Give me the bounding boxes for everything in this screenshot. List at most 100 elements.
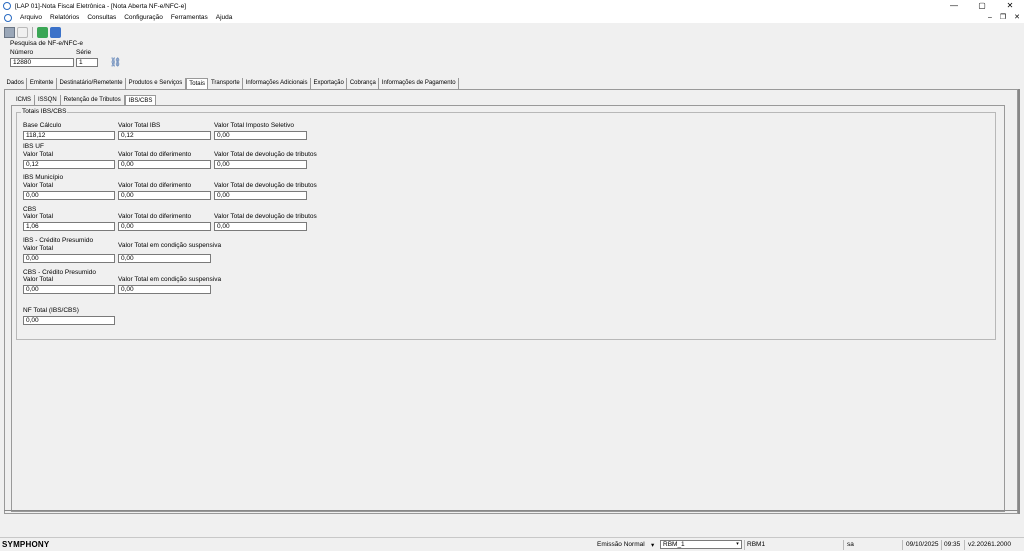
app-logo-icon <box>3 2 11 10</box>
ibs-uf-diferimento-input[interactable]: 0,00 <box>118 160 211 169</box>
ibs-mun-devolucao-label: Valor Total de devolução de tributos <box>214 182 317 189</box>
valor-total-seletivo-label: Valor Total Imposto Seletivo <box>214 122 294 129</box>
toolbar <box>0 25 1024 39</box>
cbs-devolucao-input[interactable]: 0,00 <box>214 222 307 231</box>
emissao-dropdown-icon[interactable]: ▾ <box>651 541 654 549</box>
menu-bar: Arquivo Relatórios Consultas Configuraçã… <box>0 12 1024 23</box>
maximize-button[interactable]: ▢ <box>968 0 996 12</box>
mdi-close-button[interactable]: ✕ <box>1014 12 1020 23</box>
cbs-cp-total-input[interactable]: 0,00 <box>23 285 115 294</box>
nf-total-input[interactable]: 0,00 <box>23 316 115 325</box>
empresa-status: RBM1 <box>747 541 766 548</box>
ibs-mun-diferimento-label: Valor Total do diferimento <box>118 182 192 189</box>
ibs-mun-total-label: Valor Total <box>23 182 54 189</box>
totais-panel: ICMS ISSQN Retenção de Tributos IBS/CBS … <box>4 89 1018 514</box>
menu-consultas[interactable]: Consultas <box>87 14 116 21</box>
company-select[interactable]: RBM_1 ▾ <box>660 540 742 549</box>
status-divider <box>964 540 965 550</box>
serie-input[interactable]: 1 <box>76 58 98 67</box>
app-menu-icon[interactable] <box>4 13 12 22</box>
undo-icon[interactable] <box>17 26 28 38</box>
window-controls: — ▢ ✕ <box>940 0 1024 12</box>
search-group-title: Pesquisa de NF-e/NFC-e <box>10 40 83 47</box>
chevron-down-icon[interactable]: ▾ <box>734 541 741 548</box>
ibs-cp-total-label: Valor Total <box>23 245 54 252</box>
status-divider <box>902 540 903 550</box>
ibs-uf-total-label: Valor Total <box>23 151 54 158</box>
cbs-total-input[interactable]: 1,06 <box>23 222 115 231</box>
mdi-controls: – ❐ ✕ <box>988 12 1020 23</box>
base-calculo-label: Base Cálculo <box>23 122 62 129</box>
binoculars-icon[interactable]: ⛓ <box>109 57 122 68</box>
status-divider <box>941 540 942 550</box>
status-divider <box>843 540 844 550</box>
company-select-value: RBM_1 <box>663 541 685 548</box>
menu-configuracao[interactable]: Configuração <box>124 14 163 21</box>
tab-pagamento[interactable]: Informações de Pagamento <box>379 78 460 89</box>
search-group: Pesquisa de NF-e/NFC-e Número 12880 Séri… <box>8 40 208 75</box>
menu-ajuda[interactable]: Ajuda <box>216 14 233 21</box>
status-divider <box>744 540 745 550</box>
ibs-uf-diferimento-label: Valor Total do diferimento <box>118 151 192 158</box>
menu-relatorios[interactable]: Relatórios <box>50 14 79 21</box>
date-status: 09/10/2025 <box>906 541 939 548</box>
menu-arquivo[interactable]: Arquivo <box>20 14 42 21</box>
cbs-diferimento-input[interactable]: 0,00 <box>118 222 211 231</box>
ibscbs-group-title: Totais IBS/CBS <box>21 108 68 115</box>
valor-total-ibs-label: Valor Total IBS <box>118 122 161 129</box>
nf-total-label: NF Total (IBS/CBS) <box>23 307 79 314</box>
title-bar: [LAP 01]-Nota Fiscal Eletrônica - [Nota … <box>0 0 1024 12</box>
horizontal-divider <box>4 510 1020 511</box>
close-button[interactable]: ✕ <box>996 0 1024 12</box>
serie-label: Série <box>76 49 92 56</box>
window-title: [LAP 01]-Nota Fiscal Eletrônica - [Nota … <box>15 2 187 10</box>
vertical-divider <box>1018 89 1020 514</box>
ibscbs-group: Totais IBS/CBS Base Cálculo 118,12 Valor… <box>16 108 996 340</box>
tab-cobranca[interactable]: Cobrança <box>347 78 380 89</box>
tab-info-adicionais[interactable]: Informações Adicionais <box>243 78 311 89</box>
time-status: 09:35 <box>944 541 961 548</box>
user-status: sa <box>847 541 854 548</box>
ibs-mun-heading: IBS Município <box>23 174 64 181</box>
save-icon[interactable] <box>4 26 15 38</box>
numero-input[interactable]: 12880 <box>10 58 74 67</box>
ibs-cp-total-input[interactable]: 0,00 <box>23 254 115 263</box>
emissao-status[interactable]: Emissão Normal <box>597 541 645 548</box>
cbs-total-label: Valor Total <box>23 213 54 220</box>
cbs-diferimento-label: Valor Total do diferimento <box>118 213 192 220</box>
cbs-cp-suspensiva-label: Valor Total em condição suspensiva <box>118 276 222 283</box>
mdi-restore-button[interactable]: ❐ <box>1000 12 1006 23</box>
base-calculo-input[interactable]: 118,12 <box>23 131 115 140</box>
valor-total-ibs-input[interactable]: 0,12 <box>118 131 211 140</box>
minimize-button[interactable]: — <box>940 0 968 12</box>
ibs-cp-heading: IBS - Crédito Presumido <box>23 237 94 244</box>
ibs-uf-total-input[interactable]: 0,12 <box>23 160 115 169</box>
tab-exportacao[interactable]: Exportação <box>310 78 348 89</box>
brand-logo: SYMPHONY <box>2 540 50 549</box>
ibs-cp-suspensiva-label: Valor Total em condição suspensiva <box>118 242 222 249</box>
ibscbs-panel: Totais IBS/CBS Base Cálculo 118,12 Valor… <box>11 105 1005 512</box>
tab-emitente[interactable]: Emitente <box>27 78 58 89</box>
tab-transporte[interactable]: Transporte <box>208 78 244 89</box>
ibs-mun-diferimento-input[interactable]: 0,00 <box>118 191 211 200</box>
cbs-cp-total-label: Valor Total <box>23 276 54 283</box>
menu-ferramentas[interactable]: Ferramentas <box>171 14 208 21</box>
mdi-minimize-button[interactable]: – <box>988 12 992 23</box>
tab-dados[interactable]: Dados <box>4 78 28 89</box>
cbs-devolucao-label: Valor Total de devolução de tributos <box>214 213 317 220</box>
ibs-mun-devolucao-input[interactable]: 0,00 <box>214 191 307 200</box>
cbs-cp-heading: CBS - Crédito Presumido <box>23 269 96 276</box>
tab-produtos[interactable]: Produtos e Serviços <box>126 78 186 89</box>
ibs-uf-devolucao-label: Valor Total de devolução de tributos <box>214 151 317 158</box>
tab-destinatario[interactable]: Destinatário/Remetente <box>57 78 127 89</box>
cbs-cp-suspensiva-input[interactable]: 0,00 <box>118 285 211 294</box>
refresh-icon[interactable] <box>37 26 48 38</box>
valor-total-seletivo-input[interactable]: 0,00 <box>214 131 307 140</box>
ibs-cp-suspensiva-input[interactable]: 0,00 <box>118 254 211 263</box>
ibs-mun-total-input[interactable]: 0,00 <box>23 191 115 200</box>
status-bar: SYMPHONY Emissão Normal ▾ RBM_1 ▾ RBM1 s… <box>0 537 1024 551</box>
calculator-icon[interactable] <box>50 26 61 38</box>
cbs-heading: CBS <box>23 206 37 213</box>
toolbar-separator <box>32 26 33 38</box>
ibs-uf-devolucao-input[interactable]: 0,00 <box>214 160 307 169</box>
